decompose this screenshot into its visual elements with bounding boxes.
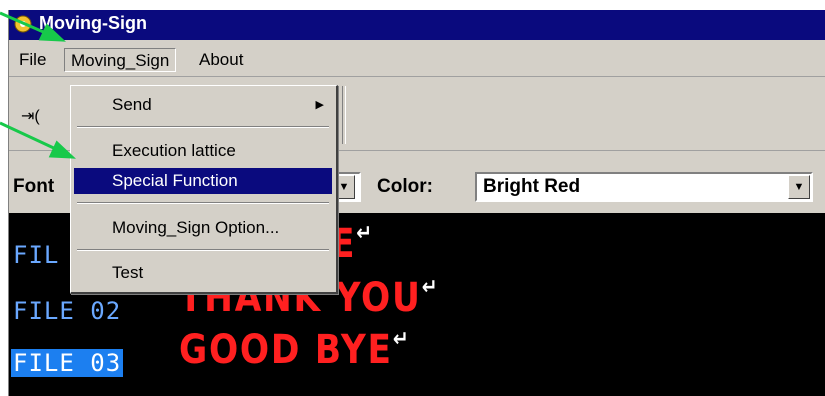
annotation-arrow-menu (0, 11, 49, 36)
annotation-arrows (0, 11, 77, 159)
annotation-arrowhead-menu (38, 23, 67, 42)
annotation-arrowhead-special (48, 140, 77, 159)
annotation-arrow-special (0, 121, 59, 152)
